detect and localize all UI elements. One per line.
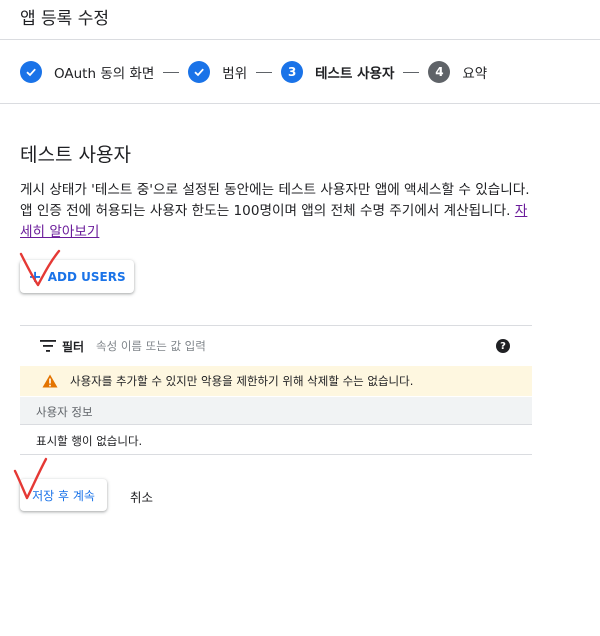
step-label: 범위 xyxy=(222,66,248,82)
step-test-users[interactable]: 3 테스트 사용자 xyxy=(281,61,394,83)
step-label: 테스트 사용자 xyxy=(315,66,395,82)
step-number-badge: 4 xyxy=(428,61,451,83)
filter-icon xyxy=(40,340,56,352)
step-label: OAuth 동의 화면 xyxy=(54,66,155,82)
step-number-badge: 3 xyxy=(281,61,304,83)
step-summary[interactable]: 4 요약 xyxy=(428,61,487,83)
warning-icon xyxy=(42,374,58,388)
warning-banner: 사용자를 추가할 수 있지만 악용을 제한하기 위해 삭제할 수는 없습니다. xyxy=(20,366,532,396)
plus-icon: + xyxy=(28,267,42,286)
step-oauth-consent[interactable]: OAuth 동의 화면 xyxy=(20,61,154,83)
section-description: 게시 상태가 '테스트 중'으로 설정된 동안에는 테스트 사용자만 앱에 액세… xyxy=(20,180,530,243)
add-users-label: ADD USERS xyxy=(47,269,126,284)
stepper-divider xyxy=(0,103,600,104)
check-circle-icon xyxy=(188,61,211,83)
column-header-user-info[interactable]: 사용자 정보 xyxy=(36,404,93,420)
save-label: 저장 후 계속 xyxy=(32,488,95,503)
filter-input[interactable] xyxy=(96,336,476,356)
warning-text: 사용자를 추가할 수 있지만 악용을 제한하기 위해 삭제할 수는 없습니다. xyxy=(70,374,414,388)
cancel-button[interactable]: 취소 xyxy=(130,487,153,506)
save-and-continue-button[interactable]: 저장 후 계속 xyxy=(20,479,107,511)
stepper: OAuth 동의 화면 범위 3 테스트 사용자 4 요약 xyxy=(20,60,487,84)
header-divider xyxy=(0,39,600,40)
empty-message: 표시할 행이 없습니다. xyxy=(36,434,143,448)
table-empty-row: 표시할 행이 없습니다. xyxy=(20,425,532,455)
filter-label: 필터 xyxy=(62,340,85,354)
filter-bar: 필터 ? xyxy=(20,325,532,365)
step-connector xyxy=(163,71,180,73)
step-connector xyxy=(256,71,273,73)
description-text: 게시 상태가 '테스트 중'으로 설정된 동안에는 테스트 사용자만 앱에 액세… xyxy=(20,182,530,219)
page-title: 앱 등록 수정 xyxy=(20,9,110,29)
add-users-button[interactable]: + ADD USERS xyxy=(20,260,134,293)
step-scopes[interactable]: 범위 xyxy=(188,61,247,83)
table-header: 사용자 정보 xyxy=(20,397,532,425)
step-connector xyxy=(403,71,420,73)
help-icon[interactable]: ? xyxy=(496,339,510,353)
check-circle-icon xyxy=(20,61,42,83)
step-label: 요약 xyxy=(462,66,488,82)
section-title: 테스트 사용자 xyxy=(20,144,131,166)
